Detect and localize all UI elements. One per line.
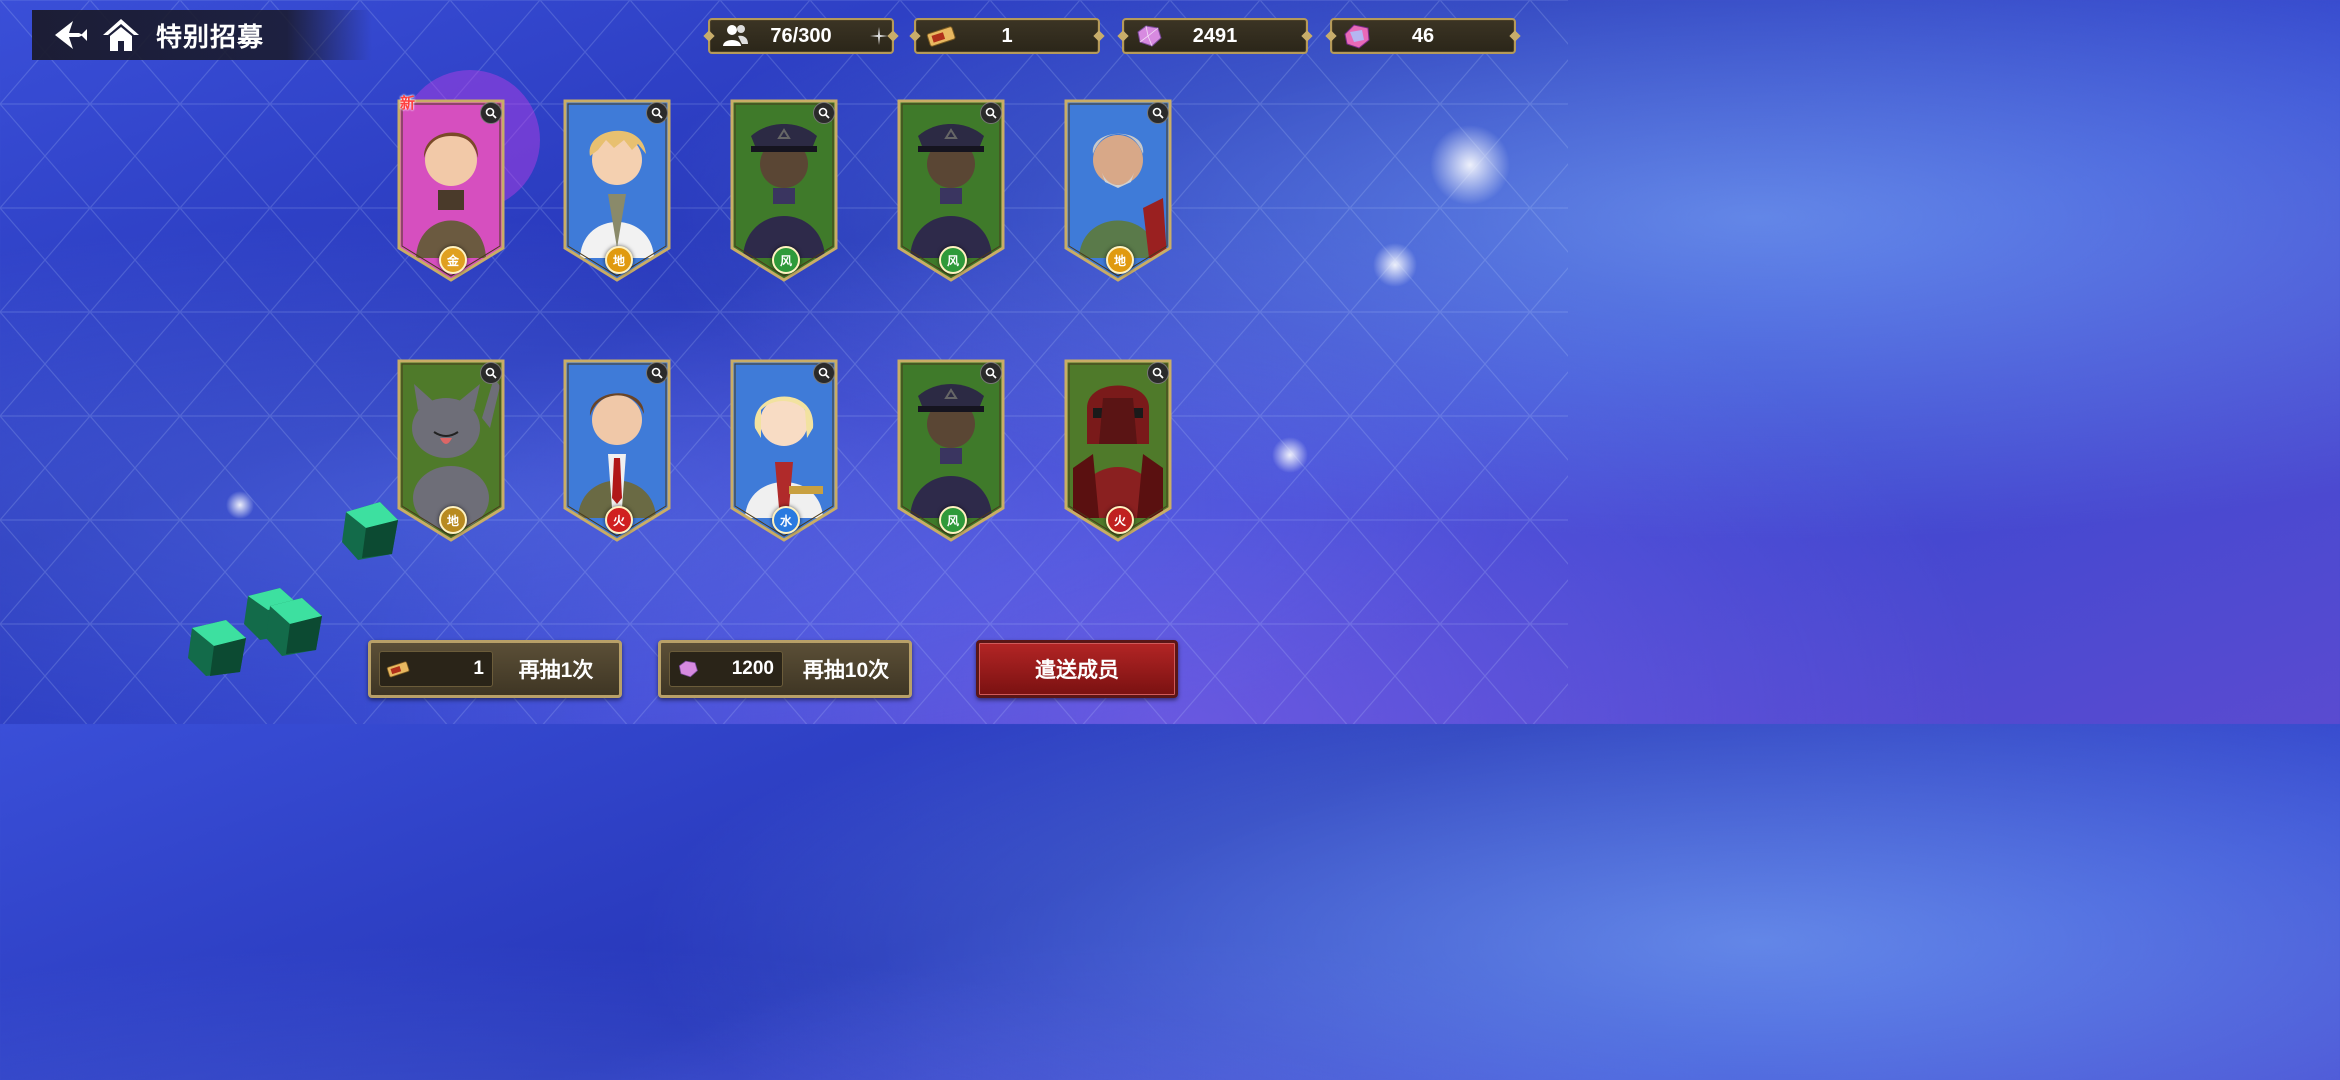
redraw-ten-button[interactable]: 1200 再抽10次 <box>658 640 912 698</box>
zoom-icon[interactable] <box>1147 102 1169 124</box>
zoom-icon[interactable] <box>980 362 1002 384</box>
page-title: 特别招募 <box>156 21 265 52</box>
redraw-ten-cost-value: 1200 <box>731 658 774 679</box>
new-badge: 新 <box>400 95 416 112</box>
character-card[interactable]: 地 <box>562 98 672 284</box>
emerald-cube-icon <box>342 502 398 560</box>
element-badge: 地 <box>1106 246 1134 274</box>
element-badge: 风 <box>939 506 967 534</box>
redraw-ten-label: 再抽10次 <box>802 659 890 682</box>
members-counter[interactable]: 76/300 <box>703 18 899 54</box>
zoom-icon[interactable] <box>480 102 502 124</box>
members-value: 76/300 <box>770 24 832 47</box>
redraw-ten-cost: 1200 <box>669 651 783 687</box>
character-card[interactable]: 地 <box>396 358 506 544</box>
crystal-icon <box>678 660 698 678</box>
zoom-icon[interactable] <box>980 102 1002 124</box>
element-label: 风 <box>779 253 792 268</box>
element-badge: 火 <box>1106 506 1134 534</box>
element-badge: 金 <box>439 246 467 274</box>
emerald-cube-icon <box>188 620 246 676</box>
character-card[interactable]: 水 <box>729 358 839 544</box>
zoom-icon[interactable] <box>646 102 668 124</box>
home-icon <box>103 19 139 51</box>
zoom-icon[interactable] <box>646 362 668 384</box>
dispatch-members-button[interactable]: 遣送成员 <box>976 640 1178 698</box>
redraw-one-cost: 1 <box>379 651 493 687</box>
element-label: 火 <box>612 513 625 528</box>
title-bar: 特别招募 <box>32 10 372 60</box>
redraw-one-button[interactable]: 1 再抽1次 <box>368 640 622 698</box>
back-button[interactable] <box>48 12 94 58</box>
character-card[interactable]: 风 <box>896 358 1006 544</box>
element-label: 金 <box>446 253 459 268</box>
element-badge: 风 <box>772 246 800 274</box>
element-label: 水 <box>779 513 792 528</box>
character-card[interactable]: 风 <box>896 98 1006 284</box>
zoom-icon[interactable] <box>480 362 502 384</box>
element-label: 风 <box>946 253 959 268</box>
emerald-cube-icon <box>244 588 322 656</box>
redraw-one-label: 再抽1次 <box>518 659 594 682</box>
element-badge: 地 <box>439 506 467 534</box>
element-badge: 地 <box>605 246 633 274</box>
element-badge: 火 <box>605 506 633 534</box>
crystal-counter: 2491 <box>1117 18 1313 54</box>
character-card[interactable]: 金 新 <box>396 95 506 284</box>
element-label: 风 <box>946 513 959 528</box>
redraw-one-cost-value: 1 <box>473 658 484 679</box>
premium-crystal-counter: 46 <box>1325 18 1521 54</box>
crystal-value: 2491 <box>1192 24 1238 47</box>
element-badge: 水 <box>772 506 800 534</box>
ticket-icon <box>386 661 410 678</box>
element-badge: 风 <box>939 246 967 274</box>
premium-crystal-value: 46 <box>1411 24 1435 47</box>
home-button[interactable] <box>98 12 144 58</box>
element-label: 地 <box>446 513 459 528</box>
zoom-icon[interactable] <box>1147 362 1169 384</box>
ticket-value: 1 <box>1001 24 1013 47</box>
back-arrow-icon <box>55 21 87 49</box>
element-label: 火 <box>1113 513 1126 528</box>
character-card[interactable]: 地 <box>1063 98 1173 284</box>
ticket-counter: 1 <box>909 18 1105 54</box>
element-label: 地 <box>1113 253 1126 268</box>
character-card[interactable]: 风 <box>729 98 839 284</box>
character-card[interactable]: 火 <box>1063 358 1173 544</box>
element-label: 地 <box>612 253 625 268</box>
plus-icon[interactable] <box>870 27 888 45</box>
zoom-icon[interactable] <box>813 362 835 384</box>
character-card[interactable]: 火 <box>562 358 672 544</box>
zoom-icon[interactable] <box>813 102 835 124</box>
